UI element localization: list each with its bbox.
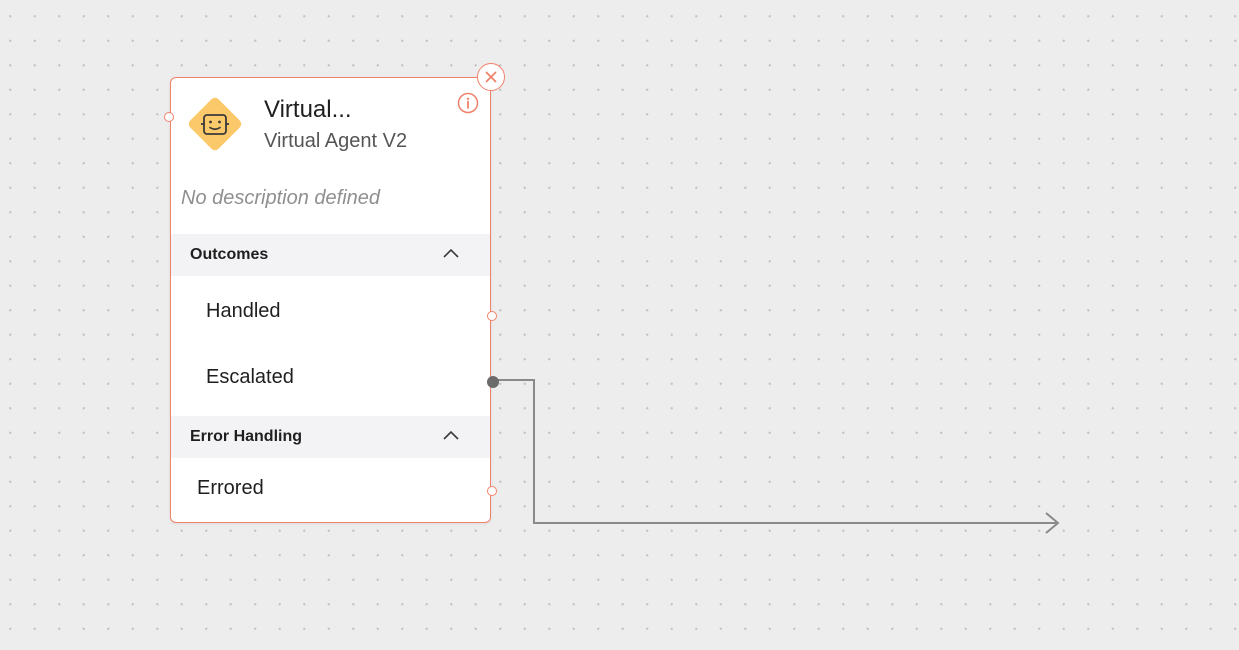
node-header: Virtual... Virtual Agent V2	[171, 78, 490, 178]
arrowhead-icon	[1045, 512, 1060, 534]
output-port-errored[interactable]	[487, 486, 497, 496]
chevron-up-icon[interactable]	[442, 247, 460, 259]
close-icon	[485, 71, 497, 83]
virtual-agent-bot-icon	[188, 97, 242, 151]
outcome-escalated: Escalated	[206, 366, 294, 388]
info-icon[interactable]	[457, 92, 479, 114]
section-label: Outcomes	[190, 246, 269, 263]
flow-canvas[interactable]: Virtual... Virtual Agent V2 No descripti…	[0, 0, 1239, 650]
node-description: No description defined	[181, 187, 381, 209]
node-title: Virtual...	[264, 96, 352, 123]
chevron-up-icon[interactable]	[442, 429, 460, 441]
input-port[interactable]	[164, 112, 174, 122]
output-port-escalated[interactable]	[487, 376, 499, 388]
virtual-agent-node[interactable]: Virtual... Virtual Agent V2 No descripti…	[164, 63, 505, 523]
section-label: Error Handling	[190, 428, 303, 445]
section-header-outcomes[interactable]: Outcomes	[171, 234, 490, 276]
outcome-errored: Errored	[197, 477, 264, 499]
outcome-handled: Handled	[206, 300, 281, 322]
output-port-handled[interactable]	[487, 311, 497, 321]
delete-node-button[interactable]	[477, 63, 505, 91]
node-subtitle: Virtual Agent V2	[264, 130, 408, 152]
section-header-error-handling[interactable]: Error Handling	[171, 416, 490, 458]
